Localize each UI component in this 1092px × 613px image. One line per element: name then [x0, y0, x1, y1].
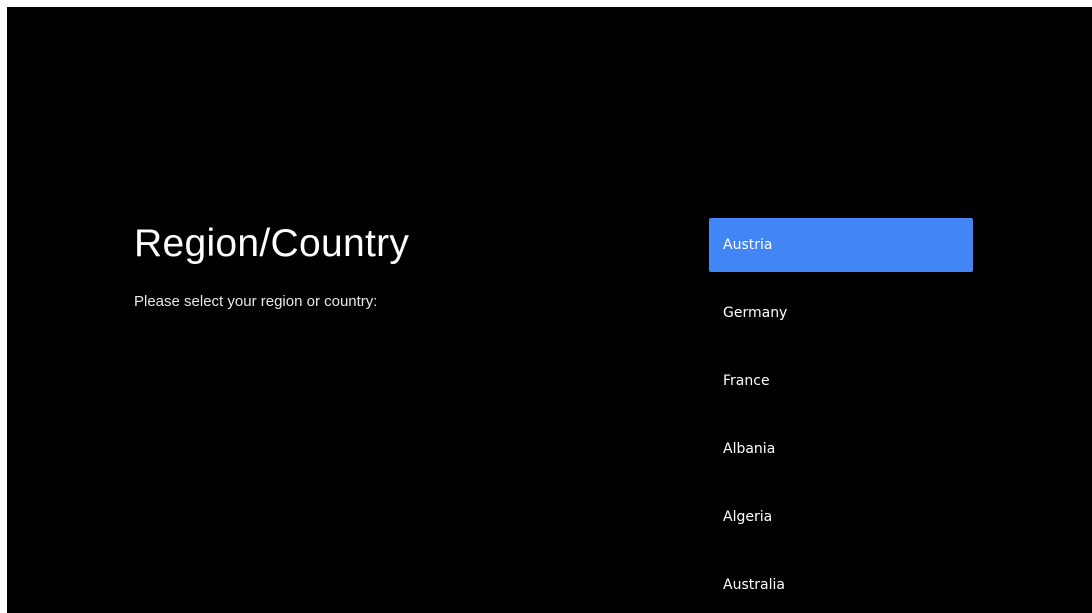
country-item-albania[interactable]: Albania [709, 422, 973, 476]
page-title: Region/Country [134, 222, 410, 265]
country-item-france[interactable]: France [709, 354, 973, 408]
page-subtitle: Please select your region or country: [134, 293, 378, 310]
country-item-germany[interactable]: Germany [709, 286, 973, 340]
tv-setup-screen: Region/Country Please select your region… [7, 7, 1092, 613]
country-item-austria[interactable]: Austria [709, 218, 973, 272]
header-panel: Region/Country Please select your region… [134, 220, 409, 310]
country-item-algeria[interactable]: Algeria [709, 490, 973, 544]
country-item-australia[interactable]: Australia [709, 558, 973, 612]
country-list: Austria Germany France Albania Algeria A… [709, 218, 973, 613]
